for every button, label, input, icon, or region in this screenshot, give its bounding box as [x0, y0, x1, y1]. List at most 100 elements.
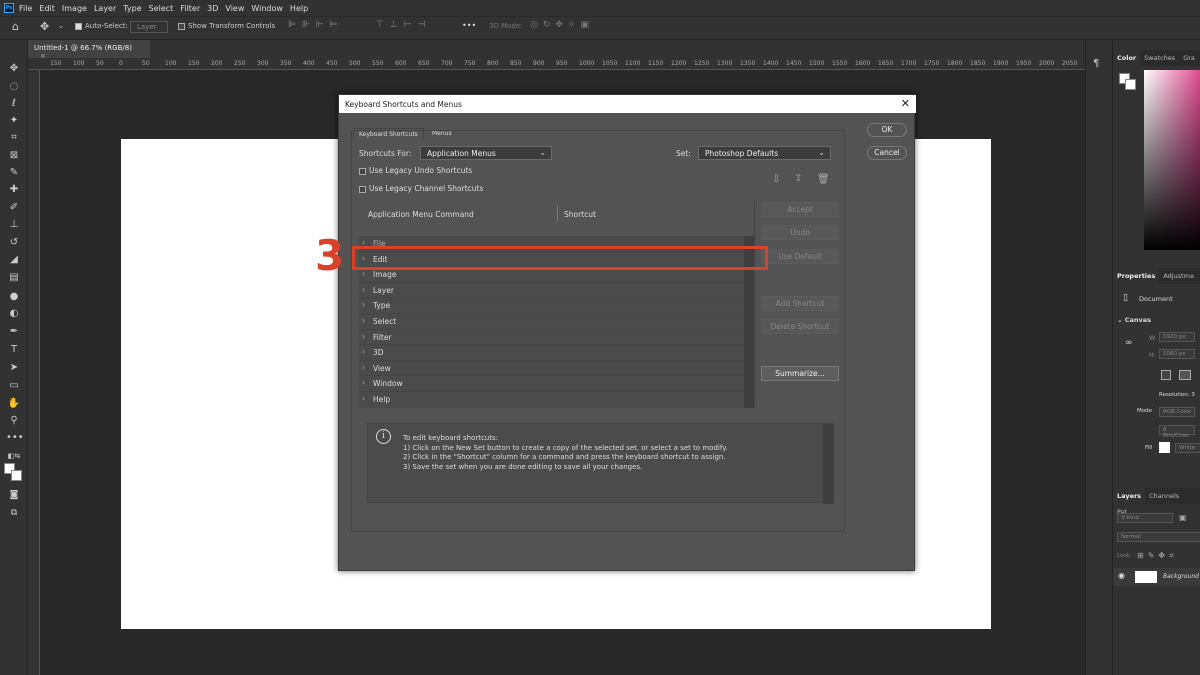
use-default-button[interactable]: Use Default — [761, 249, 839, 264]
mode-dropdown[interactable]: RGB Color — [1159, 407, 1195, 417]
tab-swatches[interactable]: Swatches — [1140, 50, 1179, 66]
menu-window[interactable]: Window — [251, 4, 283, 13]
crop-tool-icon[interactable]: ⌗ — [6, 131, 22, 145]
path-selection-tool-icon[interactable]: ➤ — [6, 361, 22, 375]
menu-help[interactable]: Help — [290, 4, 308, 13]
menu-image[interactable]: Image — [62, 4, 87, 13]
default-colors-icon[interactable]: ◧⇆ — [6, 449, 22, 463]
show-transform-checkbox[interactable]: Show Transform Controls — [178, 22, 275, 30]
layer-kind-filter[interactable]: ⚲ Kind — [1117, 513, 1173, 523]
layer-name[interactable]: Background — [1163, 573, 1199, 580]
color-picker-field[interactable] — [1144, 70, 1200, 250]
eraser-tool-icon[interactable]: ◢ — [6, 253, 22, 267]
healing-brush-tool-icon[interactable]: ✚ — [6, 183, 22, 197]
tab-layers[interactable]: Layers — [1113, 488, 1146, 504]
blend-mode-dropdown[interactable]: Normal — [1117, 532, 1200, 542]
trash-icon[interactable]: 🗑 — [817, 174, 830, 185]
document-tab[interactable]: Untitled-1 @ 66.7% (RGB/8) × — [28, 40, 150, 60]
close-icon[interactable]: ✕ — [901, 97, 910, 110]
hand-tool-icon[interactable]: ✋ — [6, 397, 22, 411]
portrait-icon[interactable] — [1161, 370, 1171, 380]
type-tool-icon[interactable]: T — [6, 343, 22, 357]
more-options-icon[interactable]: ••• — [462, 21, 476, 30]
image-filter-icon[interactable]: ▣ — [1179, 513, 1187, 522]
menu-layer[interactable]: Layer — [94, 4, 116, 13]
blur-tool-icon[interactable]: ● — [6, 290, 22, 304]
move-tool-icon[interactable]: ✥ — [40, 20, 49, 33]
tab-channels[interactable]: Channels — [1145, 488, 1183, 504]
list-item[interactable]: › Window — [359, 376, 744, 392]
cancel-button[interactable]: Cancel — [867, 146, 907, 160]
new-set-icon[interactable]: ⇪ — [794, 173, 802, 184]
zoom-tool-icon[interactable]: ⚲ — [6, 414, 22, 428]
info-scrollbar[interactable] — [823, 424, 833, 504]
auto-select-target-dropdown[interactable]: Layer — [130, 21, 168, 33]
landscape-icon[interactable] — [1179, 370, 1191, 380]
accept-button[interactable]: Accept — [761, 202, 839, 217]
menu-filter[interactable]: Filter — [180, 4, 200, 13]
menu-file[interactable]: File — [19, 4, 32, 13]
ok-button[interactable]: OK — [867, 123, 907, 137]
link-icon[interactable]: ∞ — [1125, 338, 1133, 348]
tab-gradients[interactable]: Gra — [1179, 50, 1199, 66]
align-icons[interactable]: ⊫⊪⊩⊨ — [288, 20, 343, 30]
undo-button[interactable]: Undo — [761, 225, 839, 240]
clone-stamp-tool-icon[interactable]: ⊥ — [6, 218, 22, 232]
panel-background-swatch[interactable] — [1125, 79, 1136, 90]
menu-edit[interactable]: Edit — [39, 4, 55, 13]
list-item[interactable]: › View — [359, 361, 744, 377]
add-shortcut-button[interactable]: Add Shortcut — [761, 296, 839, 311]
list-item[interactable]: › Filter — [359, 330, 744, 346]
legacy-undo-checkbox[interactable]: Use Legacy Undo Shortcuts — [359, 166, 472, 175]
lock-icons[interactable]: ⊞✎✥⌗ — [1137, 551, 1178, 561]
eyedropper-tool-icon[interactable]: ✎ — [6, 166, 22, 180]
col-header-command[interactable]: Application Menu Command — [368, 210, 474, 219]
list-item[interactable]: › Layer — [359, 283, 744, 299]
magic-wand-tool-icon[interactable]: ✦ — [6, 114, 22, 128]
visibility-eye-icon[interactable]: ◉ — [1118, 571, 1125, 580]
distribute-icons[interactable]: ⊤⊥⊢⊣ — [376, 20, 431, 30]
lasso-tool-icon[interactable]: ℓ — [6, 97, 22, 111]
list-item[interactable]: › Select — [359, 314, 744, 330]
pen-tool-icon[interactable]: ✒ — [6, 325, 22, 339]
tab-color[interactable]: Color — [1113, 50, 1141, 66]
background-color-swatch[interactable] — [11, 470, 22, 481]
col-header-shortcut[interactable]: Shortcut — [564, 210, 596, 219]
bit-depth-dropdown[interactable]: 8 Bits/Chan — [1159, 425, 1195, 439]
summarize-button[interactable]: Summarize... — [761, 366, 839, 381]
menu-3d[interactable]: 3D — [207, 4, 218, 13]
gradient-tool-icon[interactable]: ▤ — [6, 271, 22, 285]
3d-mode-icons[interactable]: ◎↻✥✧▣ — [530, 20, 594, 30]
list-item[interactable]: › Type — [359, 298, 744, 314]
fill-dropdown[interactable]: White — [1175, 443, 1200, 453]
menu-view[interactable]: View — [225, 4, 244, 13]
marquee-tool-icon[interactable]: ◌ — [6, 80, 22, 94]
tab-properties[interactable]: Properties — [1113, 268, 1160, 284]
dodge-tool-icon[interactable]: ◐ — [6, 307, 22, 321]
paragraph-panel-icon[interactable]: ¶ — [1093, 58, 1099, 69]
height-field[interactable]: 1080 px — [1159, 349, 1195, 359]
list-item[interactable]: › Help — [359, 392, 744, 408]
menu-type[interactable]: Type — [123, 4, 141, 13]
tool-preset-chevron-icon[interactable]: ⌄ — [58, 22, 64, 30]
save-set-icon[interactable]: ⇩ — [772, 174, 780, 185]
legacy-channel-checkbox[interactable]: Use Legacy Channel Shortcuts — [359, 184, 483, 193]
move-tool-icon[interactable]: ✥ — [6, 62, 22, 76]
brush-tool-icon[interactable]: ✐ — [6, 201, 22, 215]
shortcuts-for-dropdown[interactable]: Application Menus ⌄ — [420, 146, 552, 160]
layer-row-background[interactable]: ◉ Background — [1113, 568, 1200, 586]
history-brush-tool-icon[interactable]: ↺ — [6, 236, 22, 250]
quick-mask-icon[interactable]: ◙ — [6, 488, 22, 502]
frame-tool-icon[interactable]: ⊠ — [6, 149, 22, 163]
set-dropdown[interactable]: Photoshop Defaults ⌄ — [698, 146, 831, 160]
screen-mode-icon[interactable]: ⧉ — [6, 506, 22, 520]
auto-select-checkbox[interactable]: Auto-Select: — [75, 22, 128, 30]
width-field[interactable]: 1920 px — [1159, 332, 1195, 342]
menu-select[interactable]: Select — [149, 4, 174, 13]
canvas-section-label[interactable]: ⌄ Canvas — [1117, 316, 1151, 324]
list-item[interactable]: › 3D — [359, 345, 744, 361]
more-tools-icon[interactable]: ••• — [6, 431, 24, 445]
tab-adjustments[interactable]: Adjustme — [1159, 268, 1198, 284]
photoshop-logo-icon[interactable]: Ps — [4, 3, 14, 13]
home-icon[interactable]: ⌂ — [12, 20, 19, 33]
